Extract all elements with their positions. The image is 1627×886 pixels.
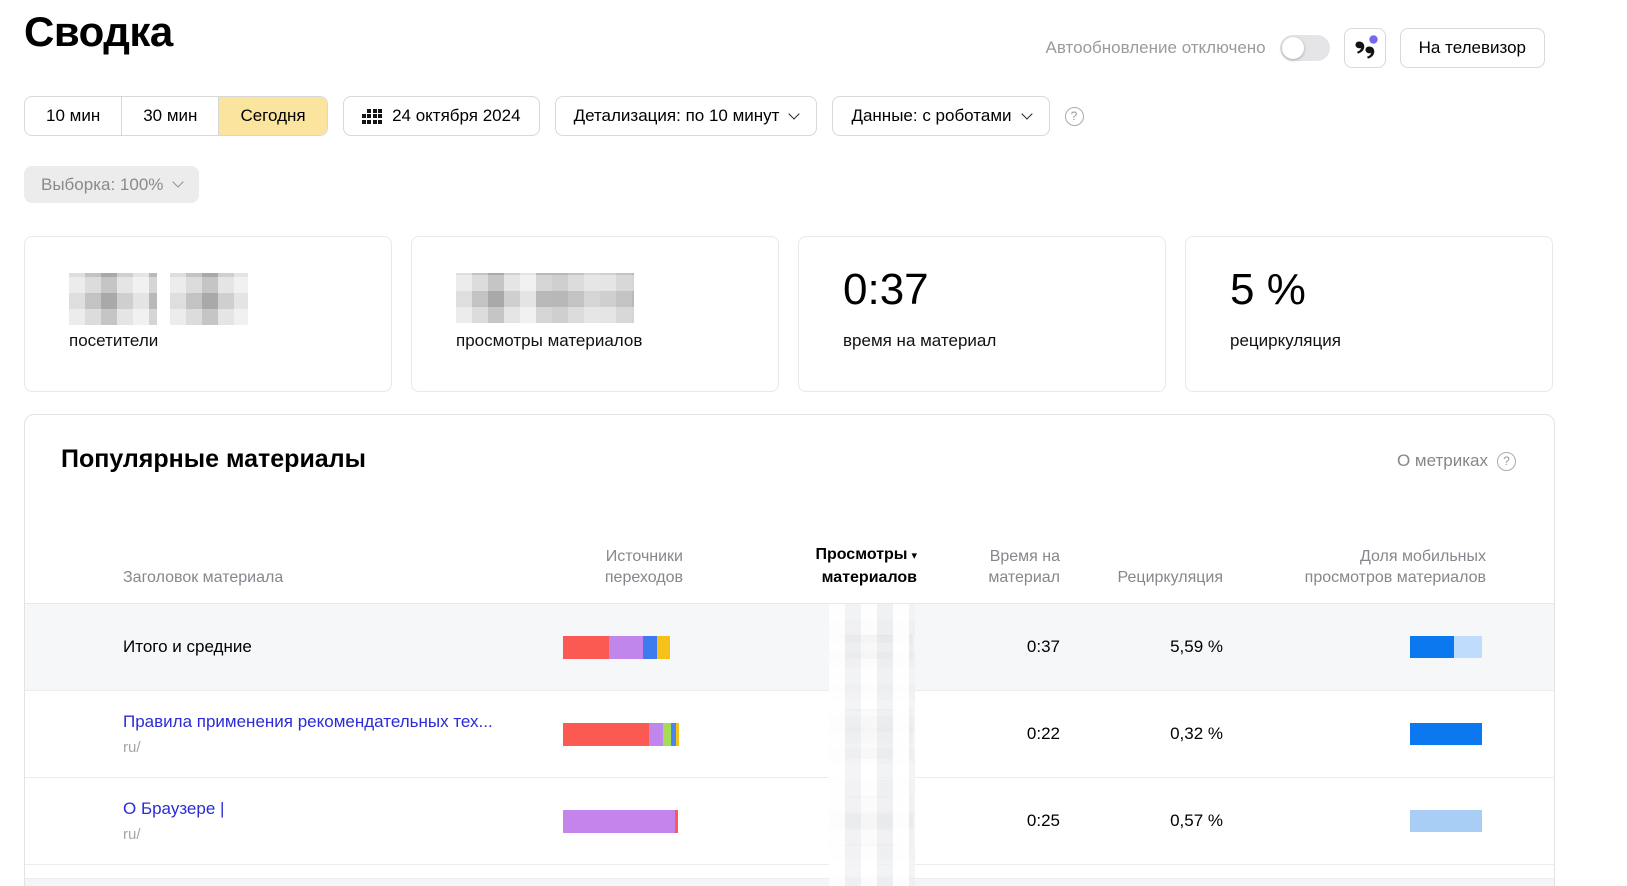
range-10min-button[interactable]: 10 мин xyxy=(25,97,122,135)
table-row-totals: Итого и средние 0:37 5,59 % xyxy=(25,604,1554,691)
title-cell: Правила применения рекомендательных тех.… xyxy=(123,712,553,756)
table-row-material: Правила применения рекомендательных тех.… xyxy=(25,691,1554,778)
table-row-material: О Браузере | ru/ 0:25 0,57 % xyxy=(25,778,1554,865)
card-value: 5 % xyxy=(1230,265,1306,315)
col-header-sources[interactable]: Источники переходов xyxy=(553,546,723,588)
recirculation-value: 0,32 % xyxy=(1098,724,1263,744)
time-value: 0:37 xyxy=(953,637,1098,657)
metrics-help-icon[interactable]: ? xyxy=(1497,452,1516,471)
sources-bar[interactable] xyxy=(553,810,723,833)
masked-value xyxy=(456,273,634,323)
card-label: посетители xyxy=(69,331,158,351)
mobile-share-bar[interactable] xyxy=(1263,723,1482,745)
panel-title: Популярные материалы xyxy=(61,445,366,474)
range-today-button[interactable]: Сегодня xyxy=(219,97,326,135)
page-title: Сводка xyxy=(24,8,173,56)
time-value: 0:22 xyxy=(953,724,1098,744)
filter-bar: 10 мин 30 мин Сегодня 24 октября 2024 Де… xyxy=(24,96,1084,136)
col-header-recirculation[interactable]: Рециркуляция xyxy=(1098,567,1263,588)
assistant-button[interactable] xyxy=(1344,28,1386,68)
card-label: время на материал xyxy=(843,331,996,351)
sort-desc-icon: ▾ xyxy=(911,550,917,562)
recirculation-value: 0,57 % xyxy=(1098,811,1263,831)
table-header-row: Заголовок материала Источники переходов … xyxy=(25,530,1554,604)
chevron-down-icon xyxy=(789,108,800,119)
range-30min-button[interactable]: 30 мин xyxy=(122,97,219,135)
card-time-on-material[interactable]: 0:37 время на материал xyxy=(798,236,1166,392)
toggle-knob xyxy=(1282,37,1304,59)
material-url: ru/ xyxy=(123,826,553,843)
mobile-share-bar[interactable] xyxy=(1263,810,1482,832)
sources-bar[interactable] xyxy=(553,636,723,659)
about-metrics-link[interactable]: О метриках ? xyxy=(1397,451,1516,471)
data-mode-dropdown[interactable]: Данные: с роботами xyxy=(832,96,1049,136)
card-material-views[interactable]: просмотры материалов xyxy=(411,236,779,392)
material-link[interactable]: О Браузере | xyxy=(123,799,224,818)
views-cell xyxy=(723,796,953,846)
top-right-controls: Автообновление отключено На телевизор xyxy=(1046,28,1545,68)
popular-materials-panel: Популярные материалы О метриках ? Заголо… xyxy=(24,414,1555,886)
material-url: ru/ xyxy=(123,739,553,756)
date-picker-button[interactable]: 24 октября 2024 xyxy=(343,96,540,136)
card-value: 0:37 xyxy=(843,265,929,315)
masked-views xyxy=(829,796,913,846)
recirculation-value: 5,59 % xyxy=(1098,637,1263,657)
masked-views xyxy=(829,635,913,659)
masked-value xyxy=(69,273,248,325)
sampling-dropdown[interactable]: Выборка: 100% xyxy=(24,166,199,203)
card-label: рециркуляция xyxy=(1230,331,1341,351)
time-value: 0:25 xyxy=(953,811,1098,831)
card-recirculation[interactable]: 5 % рециркуляция xyxy=(1185,236,1553,392)
next-row-band xyxy=(25,878,1554,886)
title-cell: О Браузере | ru/ xyxy=(123,799,553,843)
mobile-share-bar[interactable] xyxy=(1263,636,1482,658)
views-cell xyxy=(723,709,953,759)
metric-cards: посетители просмотры материалов 0:37 вре… xyxy=(24,236,1553,392)
masked-views xyxy=(829,709,913,759)
col-header-mobile-share[interactable]: Доля мобильных просмотров материалов xyxy=(1263,546,1486,588)
autorefresh-toggle[interactable] xyxy=(1280,35,1330,61)
calendar-icon xyxy=(362,109,383,124)
card-label: просмотры материалов xyxy=(456,331,642,351)
col-header-views-sorted[interactable]: Просмотры▾ материалов xyxy=(723,544,953,588)
col-header-time[interactable]: Время на материал xyxy=(953,546,1098,588)
time-range-segmented-control: 10 мин 30 мин Сегодня xyxy=(24,96,328,136)
col-header-title[interactable]: Заголовок материала xyxy=(123,567,553,588)
filters-help-icon[interactable]: ? xyxy=(1065,107,1084,126)
sources-bar[interactable] xyxy=(553,723,723,746)
metrica-summary-page: Сводка Автообновление отключено На телев… xyxy=(0,0,1627,886)
tv-button[interactable]: На телевизор xyxy=(1400,28,1545,68)
views-cell xyxy=(723,635,953,659)
card-visitors[interactable]: посетители xyxy=(24,236,392,392)
row-title: Итого и средние xyxy=(123,637,553,657)
materials-table: Заголовок материала Источники переходов … xyxy=(25,530,1554,886)
autorefresh-label: Автообновление отключено xyxy=(1046,38,1266,58)
chevron-down-icon xyxy=(173,176,184,187)
quotes-icon xyxy=(1351,34,1379,62)
detalization-dropdown[interactable]: Детализация: по 10 минут xyxy=(555,96,818,136)
chevron-down-icon xyxy=(1021,108,1032,119)
material-link[interactable]: Правила применения рекомендательных тех.… xyxy=(123,712,493,731)
